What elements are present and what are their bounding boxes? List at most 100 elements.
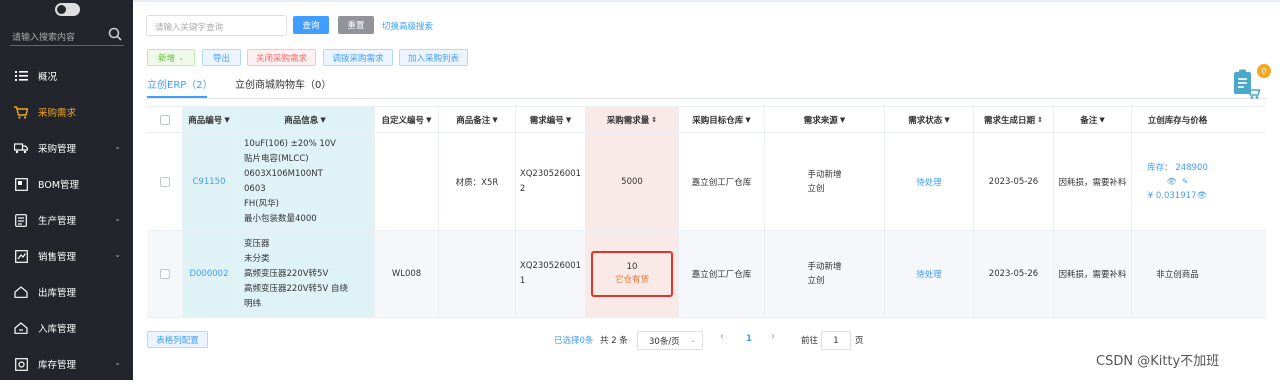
sidebar-item-inbound[interactable]: 入库管理 <box>0 310 133 346</box>
sidebar-item-label: 出库管理 <box>38 288 77 299</box>
selected-count: 已选择0条 <box>554 336 594 346</box>
header-demand-source[interactable]: 需求来源 ▼ <box>765 107 885 132</box>
sidebar-item-purchase-management[interactable]: 采购管理 ⌄ <box>0 130 133 166</box>
current-page[interactable]: 1 <box>746 334 752 344</box>
status-link[interactable]: 待处理 <box>916 268 942 280</box>
source-line: 立创 <box>807 276 825 286</box>
header-product-info[interactable]: 商品信息 ▼ <box>236 107 375 132</box>
row-select-cell <box>147 133 183 230</box>
select-all-checkbox[interactable] <box>159 114 170 125</box>
filter-icon[interactable]: ▼ <box>492 116 497 124</box>
warehouse-cell: 嘉立创工厂仓库 <box>679 231 765 317</box>
export-button[interactable]: 导出 <box>202 49 241 66</box>
bom-icon <box>14 177 28 191</box>
tab-lcsc-erp[interactable]: 立创ERP（2） <box>147 76 213 91</box>
chevron-down-icon: ⌄ <box>690 336 696 344</box>
query-button[interactable]: 查询 <box>293 16 329 34</box>
sidebar-search[interactable]: 请输入搜索内容 <box>10 26 124 46</box>
sidebar-item-sales[interactable]: 销售管理 ⌄ <box>0 238 133 274</box>
stock-actions: 👁 ✎ <box>1167 175 1189 189</box>
top-divider <box>133 0 1280 2</box>
header-label: 商品备注 <box>456 115 491 126</box>
eye-icon[interactable]: 👁 <box>1196 191 1207 201</box>
truck-icon <box>14 141 28 155</box>
highlighted-qty-box: 10 它仓有货 <box>591 251 673 297</box>
close-demand-button[interactable]: 关闭采购需求 <box>247 49 316 66</box>
table-column-config-button[interactable]: 表格列配置 <box>147 331 208 348</box>
source-line: 手动新增 <box>807 169 842 180</box>
sidebar-item-label: 入库管理 <box>38 324 77 335</box>
sidebar-item-outbound[interactable]: 出库管理 <box>0 274 133 310</box>
header-product-code[interactable]: 商品编号 ▼ <box>183 107 236 132</box>
header-remark[interactable]: 备注 ▼ <box>1054 107 1132 132</box>
header-custom-code[interactable]: 自定义编号 ▼ <box>375 107 439 132</box>
header-demand-qty[interactable]: 采购需求量 ⇕ <box>586 107 679 132</box>
tab-lcsc-cart[interactable]: 立创商城购物车（0） <box>235 76 331 91</box>
filter-icon[interactable]: ▼ <box>944 116 949 124</box>
header-label: 立创库存与价格 <box>1147 115 1208 126</box>
product-info-line: 明纬 <box>244 298 262 309</box>
source-line: 手动新增 <box>807 262 842 272</box>
sidebar-item-purchase-demand[interactable]: 采购需求 <box>0 94 133 130</box>
product-info-cell: 变压器 未分类 高频变压器220V转5V 高频变压器220V转5V 自绕 明纬 <box>236 231 375 317</box>
product-note-cell: 材质：X5R <box>439 133 516 230</box>
filter-icon[interactable]: ▼ <box>840 116 845 124</box>
row-checkbox[interactable] <box>159 269 170 279</box>
add-to-purchase-list-button[interactable]: 加入采购列表 <box>399 49 468 66</box>
header-label: 需求编号 <box>529 115 564 126</box>
header-target-warehouse[interactable]: 采购目标仓库 ▼ <box>679 107 765 132</box>
header-label: 需求来源 <box>803 115 838 126</box>
product-code-link[interactable]: D000002 <box>190 269 229 279</box>
tabs-divider <box>147 98 1267 99</box>
cart-icon <box>14 105 28 119</box>
filter-icon[interactable]: ▼ <box>320 116 325 124</box>
next-page-icon[interactable]: › <box>771 331 775 342</box>
header-label: 商品编号 <box>188 115 223 126</box>
edit-icon[interactable]: ✎ <box>1182 177 1189 186</box>
new-button[interactable]: 新增 ⌄ <box>147 49 195 66</box>
header-label: 需求生成日期 <box>984 115 1036 126</box>
filter-icon[interactable]: ▼ <box>426 116 431 124</box>
eye-icon[interactable]: 👁 <box>1167 177 1177 186</box>
header-product-note[interactable]: 商品备注 ▼ <box>439 107 516 132</box>
chevron-down-icon: ⌄ <box>114 358 121 367</box>
header-demand-no[interactable]: 需求编号 ▼ <box>516 107 586 132</box>
sidebar-item-production[interactable]: 生产管理 ⌄ <box>0 202 133 238</box>
reset-button[interactable]: 重置 <box>338 16 374 34</box>
sidebar-item-inventory[interactable]: 库存管理 ⌄ <box>0 346 133 382</box>
advanced-search-link[interactable]: 切换高级搜索 <box>382 20 433 32</box>
sidebar-item-overview[interactable]: 概况 <box>0 58 133 94</box>
row-checkbox[interactable] <box>159 176 170 187</box>
page-size-select[interactable]: 30条/页 ⌄ <box>637 331 703 350</box>
filter-icon[interactable]: ▼ <box>1099 116 1104 124</box>
filter-icon[interactable]: ▼ <box>566 116 571 124</box>
stock-price-cell: 库存： 248900 👁 ✎ ¥ 0.031917👁 <box>1132 133 1223 230</box>
search-icon[interactable] <box>108 27 122 44</box>
page-size-value: 30条/页 <box>649 336 680 347</box>
status-cell: 待处理 <box>885 231 974 317</box>
prev-page-icon[interactable]: ‹ <box>720 331 724 342</box>
price-text: ¥ 0.031917👁 <box>1148 189 1207 203</box>
header-created-date[interactable]: 需求生成日期 ⇕ <box>974 107 1054 132</box>
product-info-line: 贴片电容(MLCC) <box>244 153 309 164</box>
product-code-link[interactable]: C91150 <box>193 177 226 187</box>
goto-page-input[interactable]: 1 <box>821 331 851 350</box>
header-label: 需求状态 <box>908 115 943 126</box>
sort-icon[interactable]: ⇕ <box>651 116 657 124</box>
header-demand-status[interactable]: 需求状态 ▼ <box>885 107 974 132</box>
outbound-icon <box>14 285 28 299</box>
sidebar-item-bom[interactable]: BOM管理 <box>0 166 133 202</box>
custom-code-cell: WL008 <box>375 231 439 317</box>
sort-icon[interactable]: ⇕ <box>1037 116 1043 124</box>
custom-code-cell <box>375 133 439 230</box>
table-row[interactable]: D000002 变压器 未分类 高频变压器220V转5V 高频变压器220V转5… <box>147 231 1266 318</box>
sidebar-toggle[interactable] <box>55 3 80 16</box>
keyword-search-input[interactable]: 请输入关键字查询 <box>146 15 287 36</box>
source-cell: 手动新增 立创 <box>765 133 885 230</box>
transfer-demand-button[interactable]: 调拨采购需求 <box>323 49 393 66</box>
table-row[interactable]: C91150 10uF(106) ±20% 10V 贴片电容(MLCC) 060… <box>147 133 1266 231</box>
status-link[interactable]: 待处理 <box>916 176 942 188</box>
filter-icon[interactable]: ▼ <box>224 116 229 124</box>
header-label: 自定义编号 <box>381 115 425 126</box>
filter-icon[interactable]: ▼ <box>745 116 750 124</box>
